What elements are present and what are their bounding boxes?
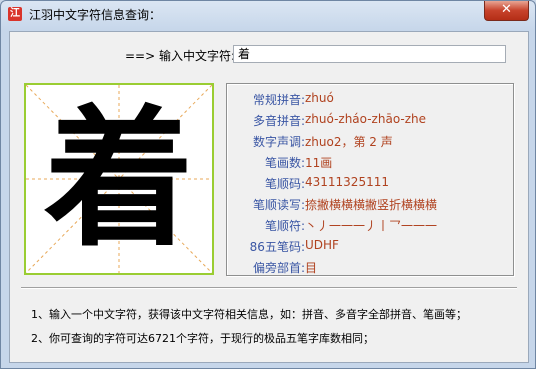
info-label: 笔画数: [264, 156, 305, 170]
info-row-radical: 偏旁部首: 目 [227, 259, 513, 277]
info-panel: 常规拼音: zhuó 多音拼音: zhuó-zháo-zhāo-zhe 数字声调… [226, 83, 514, 276]
character-grid: 着 [24, 83, 214, 275]
info-value: 丶丿一一一丿丨乛一一一 [305, 219, 438, 233]
info-value: 43111325111 [305, 175, 389, 189]
info-row-multi-pinyin: 多音拼音: zhuó-zháo-zhāo-zhe [227, 112, 513, 130]
info-row-stroke-reading: 笔顺读写: 捺撇横横横撇竖折横横横 [227, 196, 513, 214]
info-row-stroke-count: 笔画数: 11画 [227, 154, 513, 172]
app-window: 江 江羽中文字符信息查询： ✕ ==> 输入中文字符: 着 常规拼音: zhuó… [0, 0, 536, 369]
input-label: ==> 输入中文字符: [125, 49, 236, 63]
app-icon: 江 [8, 7, 22, 21]
character-input[interactable] [233, 45, 506, 63]
info-row-wubi: 86五笔码: UDHF [227, 238, 513, 256]
info-row-tone: 数字声调: zhuo2，第 2 声 [227, 133, 513, 151]
info-label: 笔顺读写: [252, 198, 305, 212]
info-label: 数字声调: [252, 135, 305, 149]
info-label: 86五笔码: [249, 240, 305, 254]
info-row-stroke-symbols: 笔顺符: 丶丿一一一丿丨乛一一一 [227, 217, 513, 235]
info-value: zhuó-zháo-zhāo-zhe [305, 112, 426, 126]
info-row-stroke-code: 笔顺码: 43111325111 [227, 175, 513, 193]
info-value: zhuó [305, 91, 334, 105]
info-label: 常规拼音: [252, 93, 305, 107]
info-value: 目 [305, 261, 318, 275]
info-value: 11画 [305, 156, 333, 170]
info-row-pinyin: 常规拼音: zhuó [227, 91, 513, 109]
info-label: 多音拼音: [252, 114, 305, 128]
client-area: ==> 输入中文字符: 着 常规拼音: zhuó 多音拼音: zhuó-zháo… [9, 31, 529, 363]
info-value: 捺撇横横横撇竖折横横横 [305, 198, 438, 212]
note-line-1: 1、输入一个中文字符，获得该中文字符相关信息，如：拼音、多音字全部拼音、笔画等； [31, 308, 467, 321]
title-bar[interactable]: 江 江羽中文字符信息查询： ✕ [1, 1, 535, 27]
divider [21, 287, 517, 289]
info-label: 笔顺码: [264, 177, 305, 191]
info-value: UDHF [305, 238, 339, 252]
window-title: 江羽中文字符信息查询： [29, 8, 162, 22]
note-line-2: 2、你可查询的字符可达6721个字符，于现行的极品五笔字库数相同； [31, 332, 374, 345]
info-label: 偏旁部首: [252, 261, 305, 275]
large-character: 着 [43, 91, 194, 267]
info-label: 笔顺符: [264, 219, 305, 233]
close-button[interactable]: ✕ [484, 1, 529, 21]
info-value: zhuo2，第 2 声 [305, 135, 393, 149]
